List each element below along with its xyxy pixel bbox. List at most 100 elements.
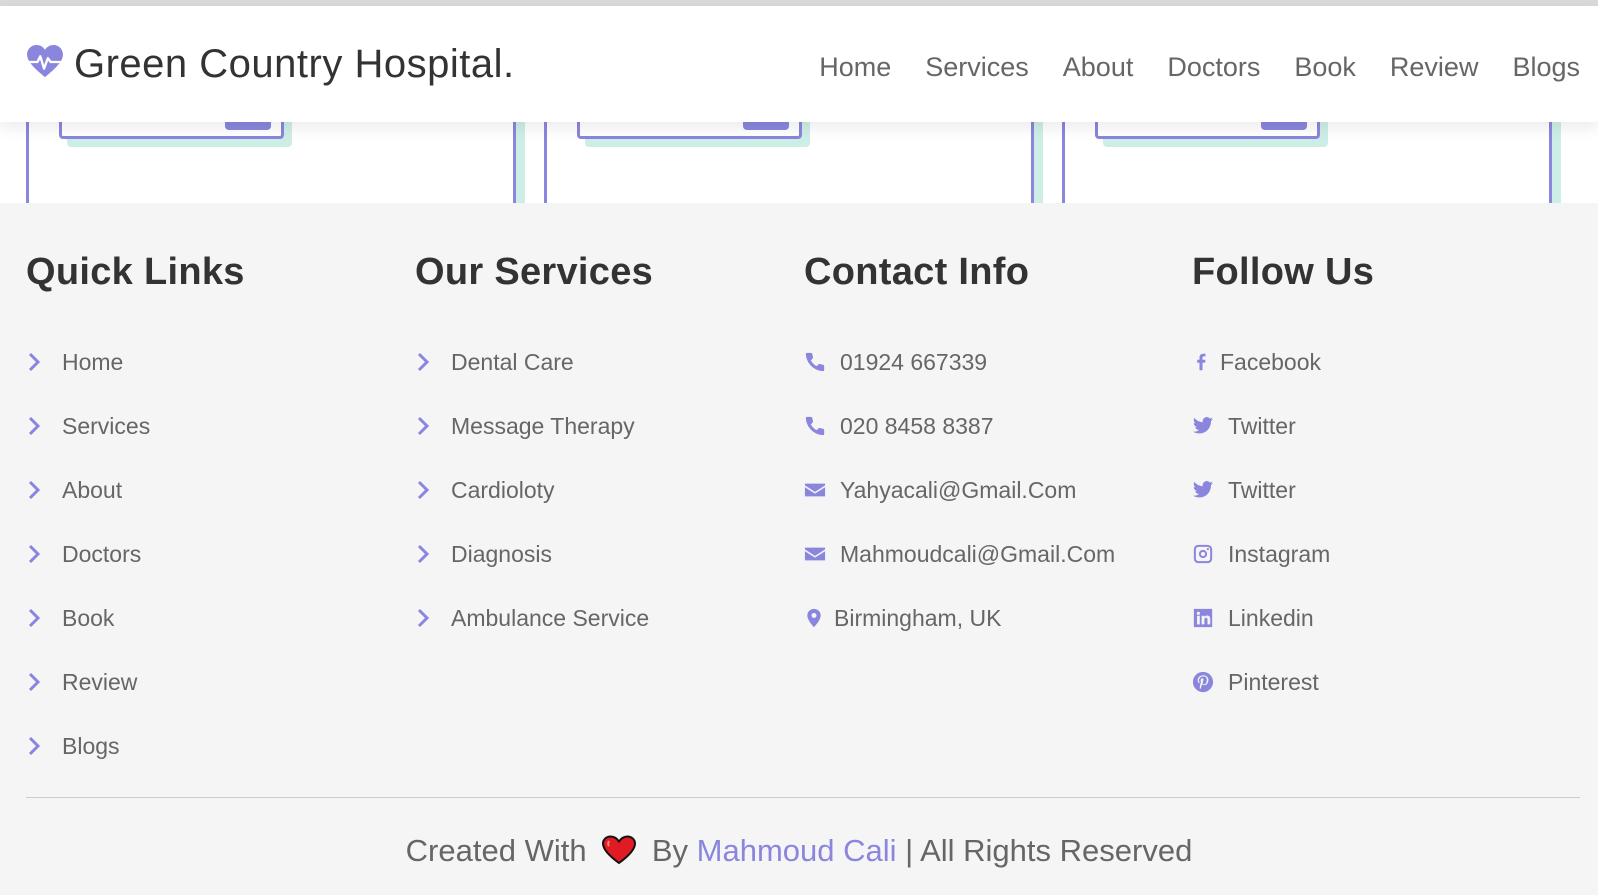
link-label: About	[62, 476, 123, 503]
follow-column: Follow Us Facebook Twitter Twitter Insta…	[1192, 251, 1562, 714]
credit-suffix: | All Rights Reserved	[905, 833, 1193, 868]
chevron-right-icon	[26, 671, 52, 693]
social-label: Pinterest	[1228, 668, 1319, 695]
social-twitter[interactable]: Twitter	[1192, 458, 1562, 522]
credit-by: By	[651, 833, 689, 868]
chevron-right-icon	[415, 415, 441, 437]
blog-card	[1062, 120, 1552, 203]
linkedin-icon	[1192, 607, 1218, 629]
blog-cards-strip	[0, 120, 1598, 203]
blog-card-content	[1095, 120, 1320, 139]
link-label: Services	[62, 412, 151, 439]
service-link[interactable]: Dental Care	[415, 330, 785, 394]
chevron-right-icon	[26, 351, 52, 373]
chevron-right-icon	[26, 735, 52, 757]
chevron-right-icon	[26, 543, 52, 565]
nav-book[interactable]: Book	[1294, 52, 1356, 83]
contact-label: 01924 667339	[840, 348, 988, 375]
service-link[interactable]: Message Therapy	[415, 394, 785, 458]
quick-links-title: Quick Links	[26, 251, 245, 293]
link-label: Doctors	[62, 540, 142, 567]
chevron-right-icon	[26, 479, 52, 501]
heartbeat-icon	[26, 45, 64, 84]
social-label: Facebook	[1220, 348, 1322, 375]
link-label: Diagnosis	[451, 540, 552, 567]
chevron-right-icon	[415, 607, 441, 629]
link-label: Review	[62, 668, 138, 695]
site-footer: Quick Links Home Services About Doctors …	[0, 203, 1598, 895]
contact-label: 020 8458 8387	[840, 412, 994, 439]
credit-prefix: Created With	[405, 833, 587, 868]
chevron-right-icon	[415, 543, 441, 565]
nav-review[interactable]: Review	[1390, 52, 1479, 83]
chevron-right-icon	[415, 351, 441, 373]
link-label: Home	[62, 348, 124, 375]
phone-icon	[804, 415, 830, 437]
twitter-icon	[1192, 415, 1218, 437]
social-label: Instagram	[1228, 540, 1331, 567]
heart-icon	[601, 835, 637, 873]
quick-link-services[interactable]: Services	[26, 394, 396, 458]
brand-logo[interactable]: Green Country Hospital.	[26, 42, 515, 87]
link-label: Ambulance Service	[451, 604, 650, 631]
social-instagram[interactable]: Instagram	[1192, 522, 1562, 586]
social-linkedin[interactable]: Linkedin	[1192, 586, 1562, 650]
service-link[interactable]: Diagnosis	[415, 522, 785, 586]
quick-links-column: Quick Links Home Services About Doctors …	[26, 251, 396, 778]
contact-phone-2[interactable]: 020 8458 8387	[804, 394, 1174, 458]
quick-link-doctors[interactable]: Doctors	[26, 522, 396, 586]
contact-label: Birmingham, UK	[834, 604, 1002, 631]
link-label: Dental Care	[451, 348, 574, 375]
chevron-right-icon	[415, 479, 441, 501]
quick-link-about[interactable]: About	[26, 458, 396, 522]
blog-card	[544, 120, 1034, 203]
services-title: Our Services	[415, 251, 654, 293]
twitter-icon	[1192, 479, 1218, 501]
nav-blogs[interactable]: Blogs	[1512, 52, 1580, 83]
blog-card-content	[59, 120, 284, 139]
brand-name: Green Country Hospital.	[74, 42, 515, 86]
service-link[interactable]: Ambulance Service	[415, 586, 785, 650]
follow-title: Follow Us	[1192, 251, 1375, 293]
services-column: Our Services Dental Care Message Therapy…	[415, 251, 785, 650]
quick-link-review[interactable]: Review	[26, 650, 396, 714]
link-label: Cardioloty	[451, 476, 555, 503]
social-twitter[interactable]: Twitter	[1192, 394, 1562, 458]
contact-address[interactable]: Birmingham, UK	[804, 586, 1174, 650]
contact-phone-1[interactable]: 01924 667339	[804, 330, 1174, 394]
envelope-icon	[804, 543, 830, 565]
nav-services[interactable]: Services	[925, 52, 1029, 83]
contact-email-1[interactable]: Yahyacali@Gmail.Com	[804, 458, 1174, 522]
contact-label: Yahyacali@Gmail.Com	[840, 476, 1077, 503]
nav-about[interactable]: About	[1063, 52, 1134, 83]
contact-title: Contact Info	[804, 251, 1030, 293]
link-label: Book	[62, 604, 115, 631]
contact-email-2[interactable]: Mahmoudcali@Gmail.Com	[804, 522, 1174, 586]
social-pinterest[interactable]: Pinterest	[1192, 650, 1562, 714]
blog-card-content	[577, 120, 802, 139]
service-link[interactable]: Cardioloty	[415, 458, 785, 522]
facebook-icon	[1192, 351, 1210, 373]
main-nav: Home Services About Doctors Book Review …	[819, 52, 1580, 83]
nav-home[interactable]: Home	[819, 52, 891, 83]
social-facebook[interactable]: Facebook	[1192, 330, 1562, 394]
quick-link-home[interactable]: Home	[26, 330, 396, 394]
quick-link-blogs[interactable]: Blogs	[26, 714, 396, 778]
contact-label: Mahmoudcali@Gmail.Com	[840, 540, 1116, 567]
instagram-icon	[1192, 543, 1218, 565]
author-link[interactable]: Mahmoud Cali	[697, 833, 897, 868]
quick-link-book[interactable]: Book	[26, 586, 396, 650]
blog-card	[26, 120, 516, 203]
social-label: Twitter	[1228, 476, 1296, 503]
footer-divider	[26, 797, 1580, 798]
footer-credit: Created With By Mahmoud Cali | All Right…	[0, 833, 1598, 873]
site-header: Green Country Hospital. Home Services Ab…	[0, 6, 1598, 122]
contact-column: Contact Info 01924 667339 020 8458 8387 …	[804, 251, 1174, 650]
chevron-right-icon	[26, 607, 52, 629]
pinterest-icon	[1192, 671, 1218, 693]
phone-icon	[804, 351, 830, 373]
envelope-icon	[804, 479, 830, 501]
map-marker-icon	[804, 607, 824, 629]
nav-doctors[interactable]: Doctors	[1167, 52, 1260, 83]
link-label: Message Therapy	[451, 412, 635, 439]
